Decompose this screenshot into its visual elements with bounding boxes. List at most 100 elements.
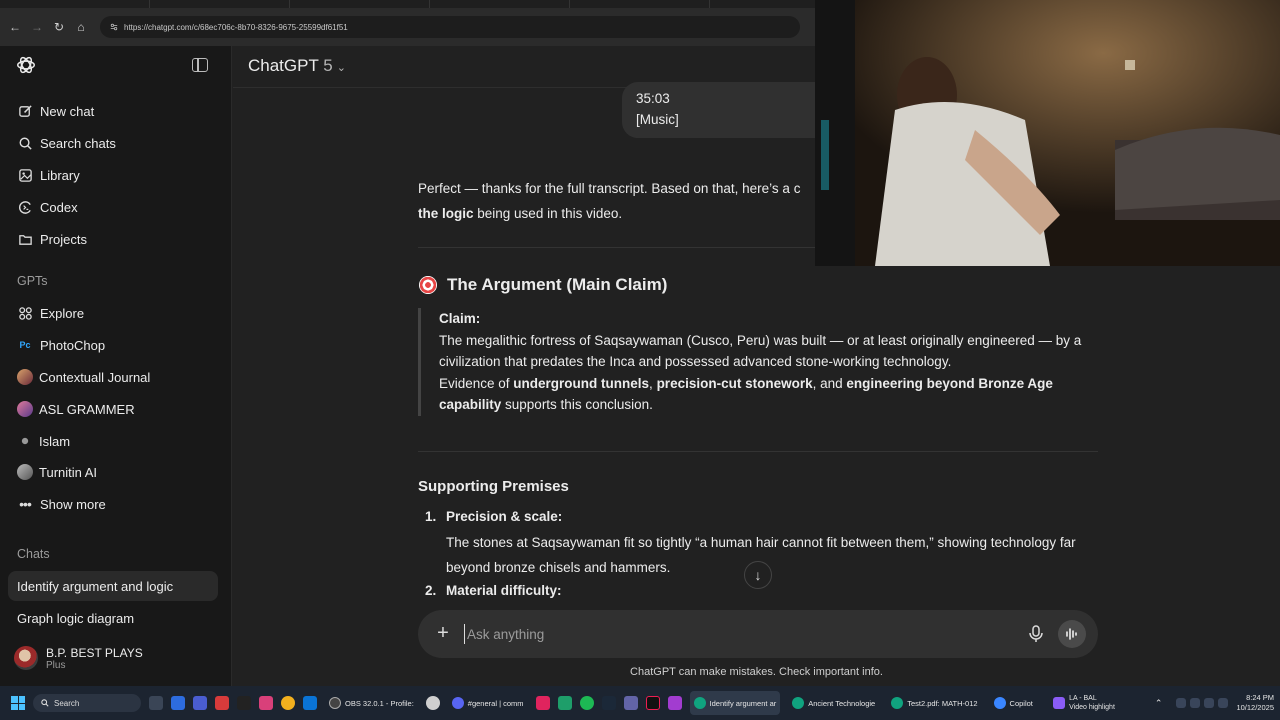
gpt-avatar: [17, 369, 33, 385]
scroll-to-bottom-button[interactable]: ↓: [744, 561, 772, 589]
clock-time: 8:24 PM: [1246, 693, 1274, 702]
sidebar-item-search-chats[interactable]: Search chats: [8, 128, 218, 158]
taskbar-app-chatgpt[interactable]: Ancient Technologie: [788, 691, 879, 715]
sidebar-item-label: Search chats: [40, 135, 116, 151]
premise-title: Material difficulty:: [446, 583, 562, 598]
pinned-app-icon[interactable]: [667, 696, 682, 710]
browser-tab[interactable]: [430, 0, 570, 8]
chatgpt-icon: [693, 697, 706, 709]
tiktok-icon[interactable]: [645, 696, 660, 710]
user-account-button[interactable]: B.P. BEST PLAYS Plus: [8, 638, 218, 678]
battery-icon[interactable]: [1218, 698, 1229, 708]
site-info-icon[interactable]: [110, 23, 118, 31]
intro-bold: the logic: [418, 206, 474, 221]
sidebar-item-label: Library: [40, 167, 80, 183]
teams-icon[interactable]: [623, 696, 638, 710]
taskbar-search-label: Search: [54, 698, 80, 708]
browser-tab[interactable]: [0, 0, 150, 8]
weather-line: Video highlight: [1069, 704, 1115, 711]
pinned-app-icon[interactable]: [535, 696, 550, 710]
back-icon[interactable]: ←: [4, 16, 26, 38]
reload-icon[interactable]: ↻: [48, 16, 70, 38]
add-attachment-icon[interactable]: +: [432, 622, 454, 644]
windows-start-icon[interactable]: [11, 696, 25, 710]
forward-icon[interactable]: →: [26, 16, 48, 38]
weather-widget[interactable]: LA - BAL Video highlight: [1053, 694, 1115, 712]
sidebar-item-asl-grammer[interactable]: ASL GRAMMER: [8, 394, 218, 424]
browser-tab[interactable]: [570, 0, 710, 8]
pinned-app-icon[interactable]: [193, 696, 207, 710]
message-input[interactable]: [464, 624, 1004, 644]
avatar: [14, 646, 38, 670]
user-message-bubble: 35:03 [Music]: [622, 82, 842, 138]
sidebar-item-islam[interactable]: Islam: [8, 426, 218, 456]
model-version: 5: [323, 56, 333, 75]
chat-item-active[interactable]: Identify argument and logic: [8, 571, 218, 601]
taskbar-search[interactable]: Search: [33, 694, 141, 712]
clock-date: 10/12/2025: [1236, 703, 1274, 712]
pinned-app-icon[interactable]: [237, 696, 251, 710]
composer: +: [418, 610, 1098, 658]
sidebar-item-explore[interactable]: Explore: [8, 298, 218, 328]
taskbar-app-obs[interactable]: OBS 32.0.1 - Profile:: [325, 691, 418, 715]
premise-number: 1.: [425, 509, 437, 524]
sidebar-item-projects[interactable]: Projects: [8, 224, 218, 254]
browser-tab[interactable]: [150, 0, 290, 8]
compose-icon: [16, 102, 34, 120]
chat-item-label: Identify argument and logic: [17, 578, 174, 594]
chevron-down-icon: ⌄: [336, 62, 346, 74]
volume-icon[interactable]: [1204, 698, 1215, 708]
sidebar-item-show-more[interactable]: ••• Show more: [8, 489, 218, 519]
pinned-app-icon[interactable]: [425, 696, 440, 710]
chevron-up-icon[interactable]: ⌃: [1155, 698, 1163, 709]
taskbar-app-copilot[interactable]: Copilot: [990, 691, 1037, 715]
user-name: B.P. BEST PLAYS: [46, 645, 143, 660]
instagram-icon[interactable]: [259, 696, 273, 710]
sidebar-item-contextuall-journal[interactable]: Contextuall Journal: [8, 362, 218, 392]
sidebar-item-photochop[interactable]: Pc PhotoChop: [8, 330, 218, 360]
chat-item[interactable]: Graph logic diagram: [8, 603, 218, 633]
model-selector[interactable]: ChatGPT 5 ⌄: [248, 56, 346, 76]
taskbar-app-discord[interactable]: #general | comm: [448, 691, 528, 715]
premise-body: The stones at Saqsaywaman fit so tightly…: [446, 535, 1076, 575]
tray-icon[interactable]: [1176, 698, 1187, 708]
argument-heading-text: The Argument (Main Claim): [447, 275, 668, 294]
gpt-avatar: [17, 401, 33, 417]
user-message-line: [Music]: [636, 112, 679, 127]
browser-tab[interactable]: [290, 0, 430, 8]
steam-icon[interactable]: [601, 696, 616, 710]
voice-mode-button[interactable]: [1058, 620, 1086, 648]
clock[interactable]: 8:24 PM 10/12/2025: [1236, 693, 1274, 713]
address-bar[interactable]: https://chatgpt.com/c/68ec706c-8b70-8326…: [100, 16, 800, 38]
pinned-app-icon[interactable]: [557, 696, 572, 710]
chatgpt-icon: [792, 697, 805, 709]
grid-icon: [16, 304, 34, 322]
argument-heading: The Argument (Main Claim): [419, 275, 667, 295]
home-icon[interactable]: ⌂: [70, 16, 92, 38]
pinned-app-icon[interactable]: [303, 696, 317, 710]
wifi-icon[interactable]: [1190, 698, 1201, 708]
waveform-icon: [1066, 628, 1077, 640]
pinned-app-icon[interactable]: [171, 696, 185, 710]
taskbar-app-label: Copilot: [1009, 698, 1033, 708]
sidebar-item-new-chat[interactable]: New chat: [8, 96, 218, 126]
microphone-icon[interactable]: [1026, 624, 1046, 644]
sidebar-toggle-icon[interactable]: [192, 58, 208, 72]
sidebar-item-codex[interactable]: Codex: [8, 192, 218, 222]
sidebar-item-label: Islam: [39, 433, 71, 449]
taskbar-app-chatgpt-active[interactable]: Identify argument ar: [689, 691, 781, 715]
webcam-overlay: [815, 0, 1280, 266]
premise-number: 2.: [425, 583, 437, 598]
pinned-app-icon[interactable]: [215, 696, 229, 710]
chat-item-label: Graph logic diagram: [17, 610, 135, 626]
intro-rest: being used in this video.: [473, 206, 623, 221]
sidebar-item-library[interactable]: Library: [8, 160, 218, 190]
sidebar-item-turnitin-ai[interactable]: Turnitin AI: [8, 457, 218, 487]
chatgpt-icon: [891, 697, 904, 709]
obs-icon: [329, 697, 341, 709]
taskbar-app-chatgpt[interactable]: Test2.pdf: MATH-012: [887, 691, 981, 715]
task-view-icon[interactable]: [149, 696, 163, 710]
spotify-icon[interactable]: [579, 696, 594, 710]
chrome-icon[interactable]: [281, 696, 295, 710]
openai-logo-icon[interactable]: [15, 54, 37, 76]
